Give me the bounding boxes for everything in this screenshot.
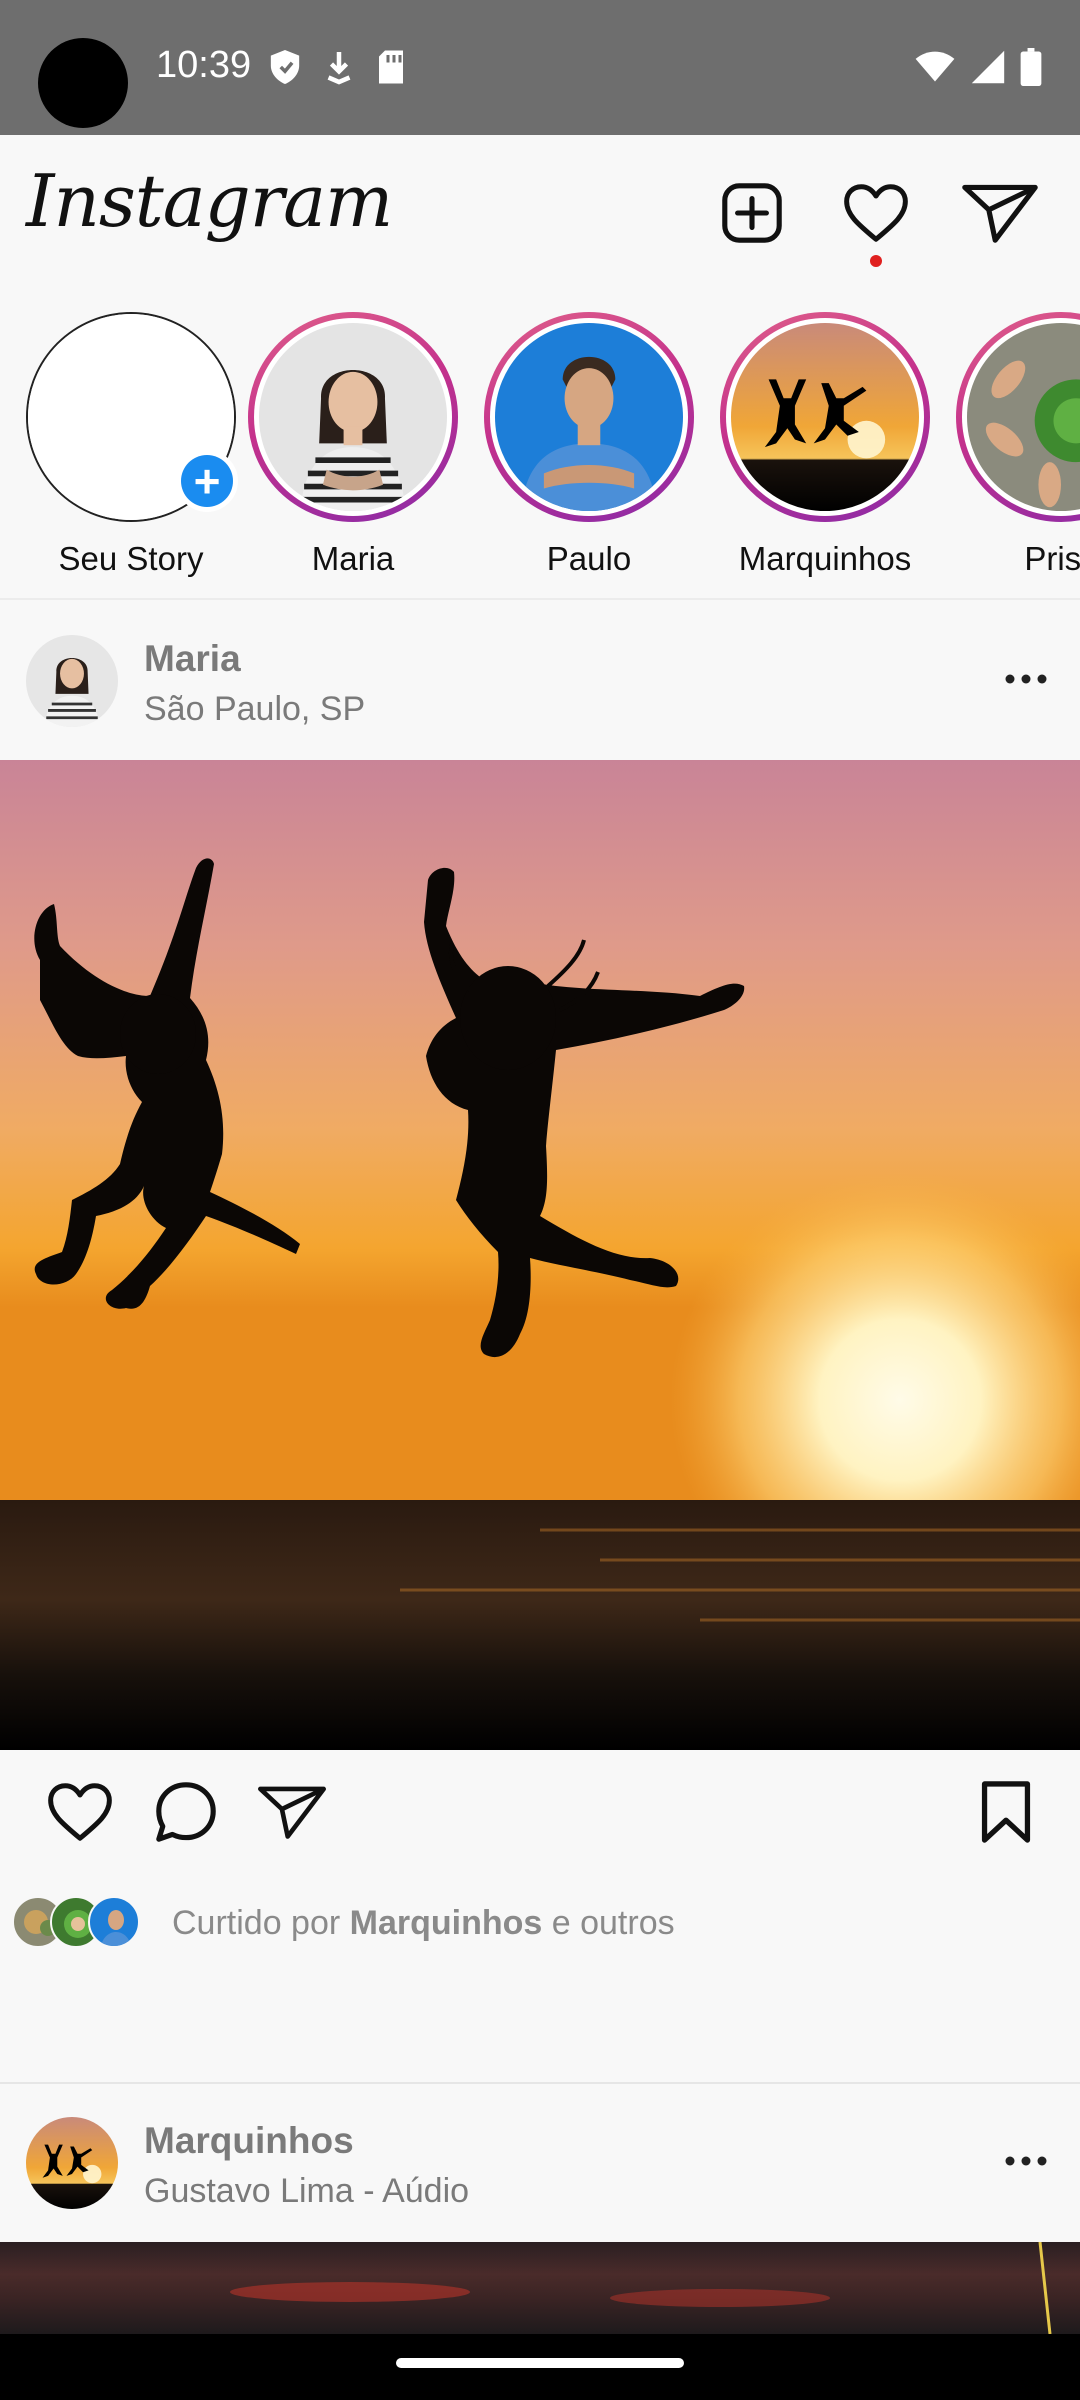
wifi-icon (915, 51, 955, 82)
story-name: Marquinhos (738, 540, 912, 577)
liked-by-text[interactable]: Curtido por Marquinhos e outros (172, 1904, 675, 1943)
bookmark-icon (981, 1781, 1031, 1843)
avatar (731, 323, 919, 511)
sd-card-icon (379, 50, 403, 84)
post-options-button[interactable] (996, 654, 1056, 704)
post-header: Maria São Paulo, SP (0, 602, 1080, 760)
shield-icon (270, 50, 300, 84)
liked-by-suffix: e outros (542, 1904, 675, 1942)
more-options-icon (1005, 674, 1047, 684)
save-button[interactable] (970, 1776, 1042, 1848)
like-button[interactable] (44, 1776, 116, 1848)
post-location[interactable]: São Paulo, SP (144, 690, 365, 729)
story-name: Paulo (546, 540, 632, 577)
story-avatar-ring (720, 312, 930, 522)
liked-by-user[interactable]: Marquinhos (350, 1904, 543, 1942)
stories-tray[interactable]: + Seu Story Maria Paulo Marquinhos Pris (0, 290, 1080, 600)
post-author-avatar[interactable] (26, 2117, 118, 2209)
post-actions-bar (0, 1750, 1080, 1870)
post-options-button[interactable] (996, 2136, 1056, 2186)
story-name: Prisc (1024, 540, 1080, 577)
add-post-icon (722, 183, 782, 243)
instagram-logo[interactable]: Instagram (26, 159, 393, 243)
avatar (259, 323, 447, 511)
avatar (967, 323, 1080, 511)
top-app-bar: Instagram (0, 135, 1080, 290)
plus-icon: + (181, 455, 233, 507)
liked-by-avatars (12, 1896, 152, 1952)
notifications-button[interactable] (836, 173, 916, 267)
status-time: 10:39 (156, 44, 252, 86)
status-bar: 10:39 (0, 0, 1080, 135)
likes-summary[interactable]: Curtido por Marquinhos e outros (0, 1880, 1080, 1960)
send-icon (258, 1786, 326, 1839)
story-paulo[interactable]: Paulo (474, 312, 704, 578)
liked-by-prefix: Curtido por (172, 1904, 350, 1942)
system-nav-bar (0, 2334, 1080, 2400)
camera-cutout (38, 38, 128, 128)
home-gesture-handle[interactable] (396, 2358, 684, 2368)
post-author-name[interactable]: Maria (144, 638, 241, 680)
post-author-name[interactable]: Marquinhos (144, 2120, 354, 2162)
post-header: Marquinhos Gustavo Lima - Aúdio (0, 2084, 1080, 2242)
battery-icon (1020, 48, 1042, 86)
story-name: Maria (311, 540, 395, 577)
story-avatar-ring (248, 312, 458, 522)
notification-dot (870, 255, 882, 267)
story-own[interactable]: + Seu Story (16, 312, 246, 578)
comment-button[interactable] (150, 1776, 222, 1848)
story-name: Seu Story (58, 540, 204, 577)
post-audio[interactable]: Gustavo Lima - Aúdio (144, 2172, 469, 2211)
avatar (495, 323, 683, 511)
post-image[interactable] (0, 2242, 1080, 2334)
download-icon (327, 52, 351, 85)
direct-messages-button[interactable] (960, 173, 1040, 253)
comment-icon (156, 1782, 216, 1842)
story-avatar-ring (484, 312, 694, 522)
post-image[interactable] (0, 760, 1080, 1750)
more-options-icon (1005, 2156, 1047, 2166)
avatar (88, 1896, 140, 1948)
heart-icon (48, 1783, 112, 1841)
add-post-button[interactable] (712, 173, 792, 253)
story-maria[interactable]: Maria (238, 312, 468, 578)
share-button[interactable] (256, 1776, 328, 1848)
story-priscila[interactable]: Prisc (946, 312, 1080, 578)
story-marquinhos[interactable]: Marquinhos (710, 312, 940, 578)
send-icon (962, 184, 1038, 243)
heart-icon (844, 184, 908, 242)
add-story-button[interactable]: + (176, 450, 238, 512)
signal-icon (971, 50, 1005, 84)
post-author-avatar[interactable] (26, 635, 118, 727)
story-avatar-ring (956, 312, 1080, 522)
